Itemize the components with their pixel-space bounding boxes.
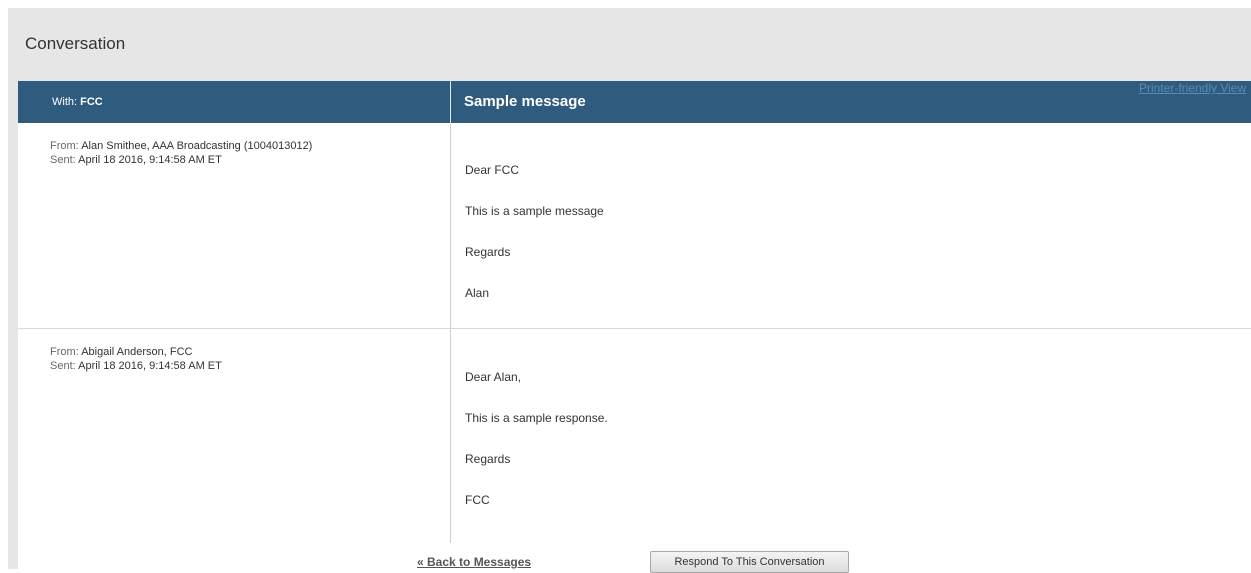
from-label: From: xyxy=(50,140,79,152)
from-label: From: xyxy=(50,346,79,358)
sent-label: Sent: xyxy=(50,154,76,166)
from-value: Alan Smithee, AAA Broadcasting (10040130… xyxy=(81,140,313,152)
body-line: Dear FCC xyxy=(465,163,520,177)
header-divider xyxy=(450,81,451,123)
from-value: Abigail Anderson, FCC xyxy=(81,346,193,358)
sent-value: April 18 2016, 9:14:58 AM ET xyxy=(78,154,222,166)
body-line: Alan xyxy=(465,286,490,300)
column-divider xyxy=(450,329,451,543)
body-line: Regards xyxy=(465,452,511,466)
message-row: From: Abigail Anderson, FCC Sent: April … xyxy=(18,329,1251,543)
conversation-footer: « Back to Messages Respond To This Conve… xyxy=(18,543,1251,573)
respond-button[interactable]: Respond To This Conversation xyxy=(650,551,849,573)
body-line: This is a sample response. xyxy=(465,411,608,425)
from-line: From: Alan Smithee, AAA Broadcasting (10… xyxy=(50,139,312,153)
sent-line: Sent: April 18 2016, 9:14:58 AM ET xyxy=(50,153,312,167)
body-line: FCC xyxy=(465,493,490,507)
message-body: Dear Alan, This is a sample response. Re… xyxy=(465,370,608,534)
sent-line: Sent: April 18 2016, 9:14:58 AM ET xyxy=(50,359,222,373)
message-body: Dear FCC This is a sample message Regard… xyxy=(465,163,604,327)
body-line: Dear Alan, xyxy=(465,370,522,384)
conversation-table: With: FCC Sample message Printer-friendl… xyxy=(18,81,1251,573)
back-to-messages-link[interactable]: « Back to Messages xyxy=(417,555,531,569)
sent-value: April 18 2016, 9:14:58 AM ET xyxy=(78,360,222,372)
message-subject: Sample message xyxy=(464,93,586,110)
column-divider xyxy=(450,123,451,328)
message-meta: From: Abigail Anderson, FCC Sent: April … xyxy=(50,345,222,373)
with-recipient: With: FCC xyxy=(52,96,103,108)
printer-friendly-link[interactable]: Printer-friendly View xyxy=(1139,81,1251,95)
conversation-header: With: FCC Sample message Printer-friendl… xyxy=(18,81,1251,123)
body-line: This is a sample message xyxy=(465,204,604,218)
body-line: Regards xyxy=(465,245,511,259)
with-value: FCC xyxy=(80,96,103,108)
page-title: Conversation xyxy=(25,34,126,53)
with-label: With: xyxy=(52,96,78,108)
sent-label: Sent: xyxy=(50,360,76,372)
conversation-panel: Conversation With: FCC Sample message Pr… xyxy=(8,8,1251,573)
from-line: From: Abigail Anderson, FCC xyxy=(50,345,222,359)
message-meta: From: Alan Smithee, AAA Broadcasting (10… xyxy=(50,139,312,167)
message-row: From: Alan Smithee, AAA Broadcasting (10… xyxy=(18,123,1251,328)
